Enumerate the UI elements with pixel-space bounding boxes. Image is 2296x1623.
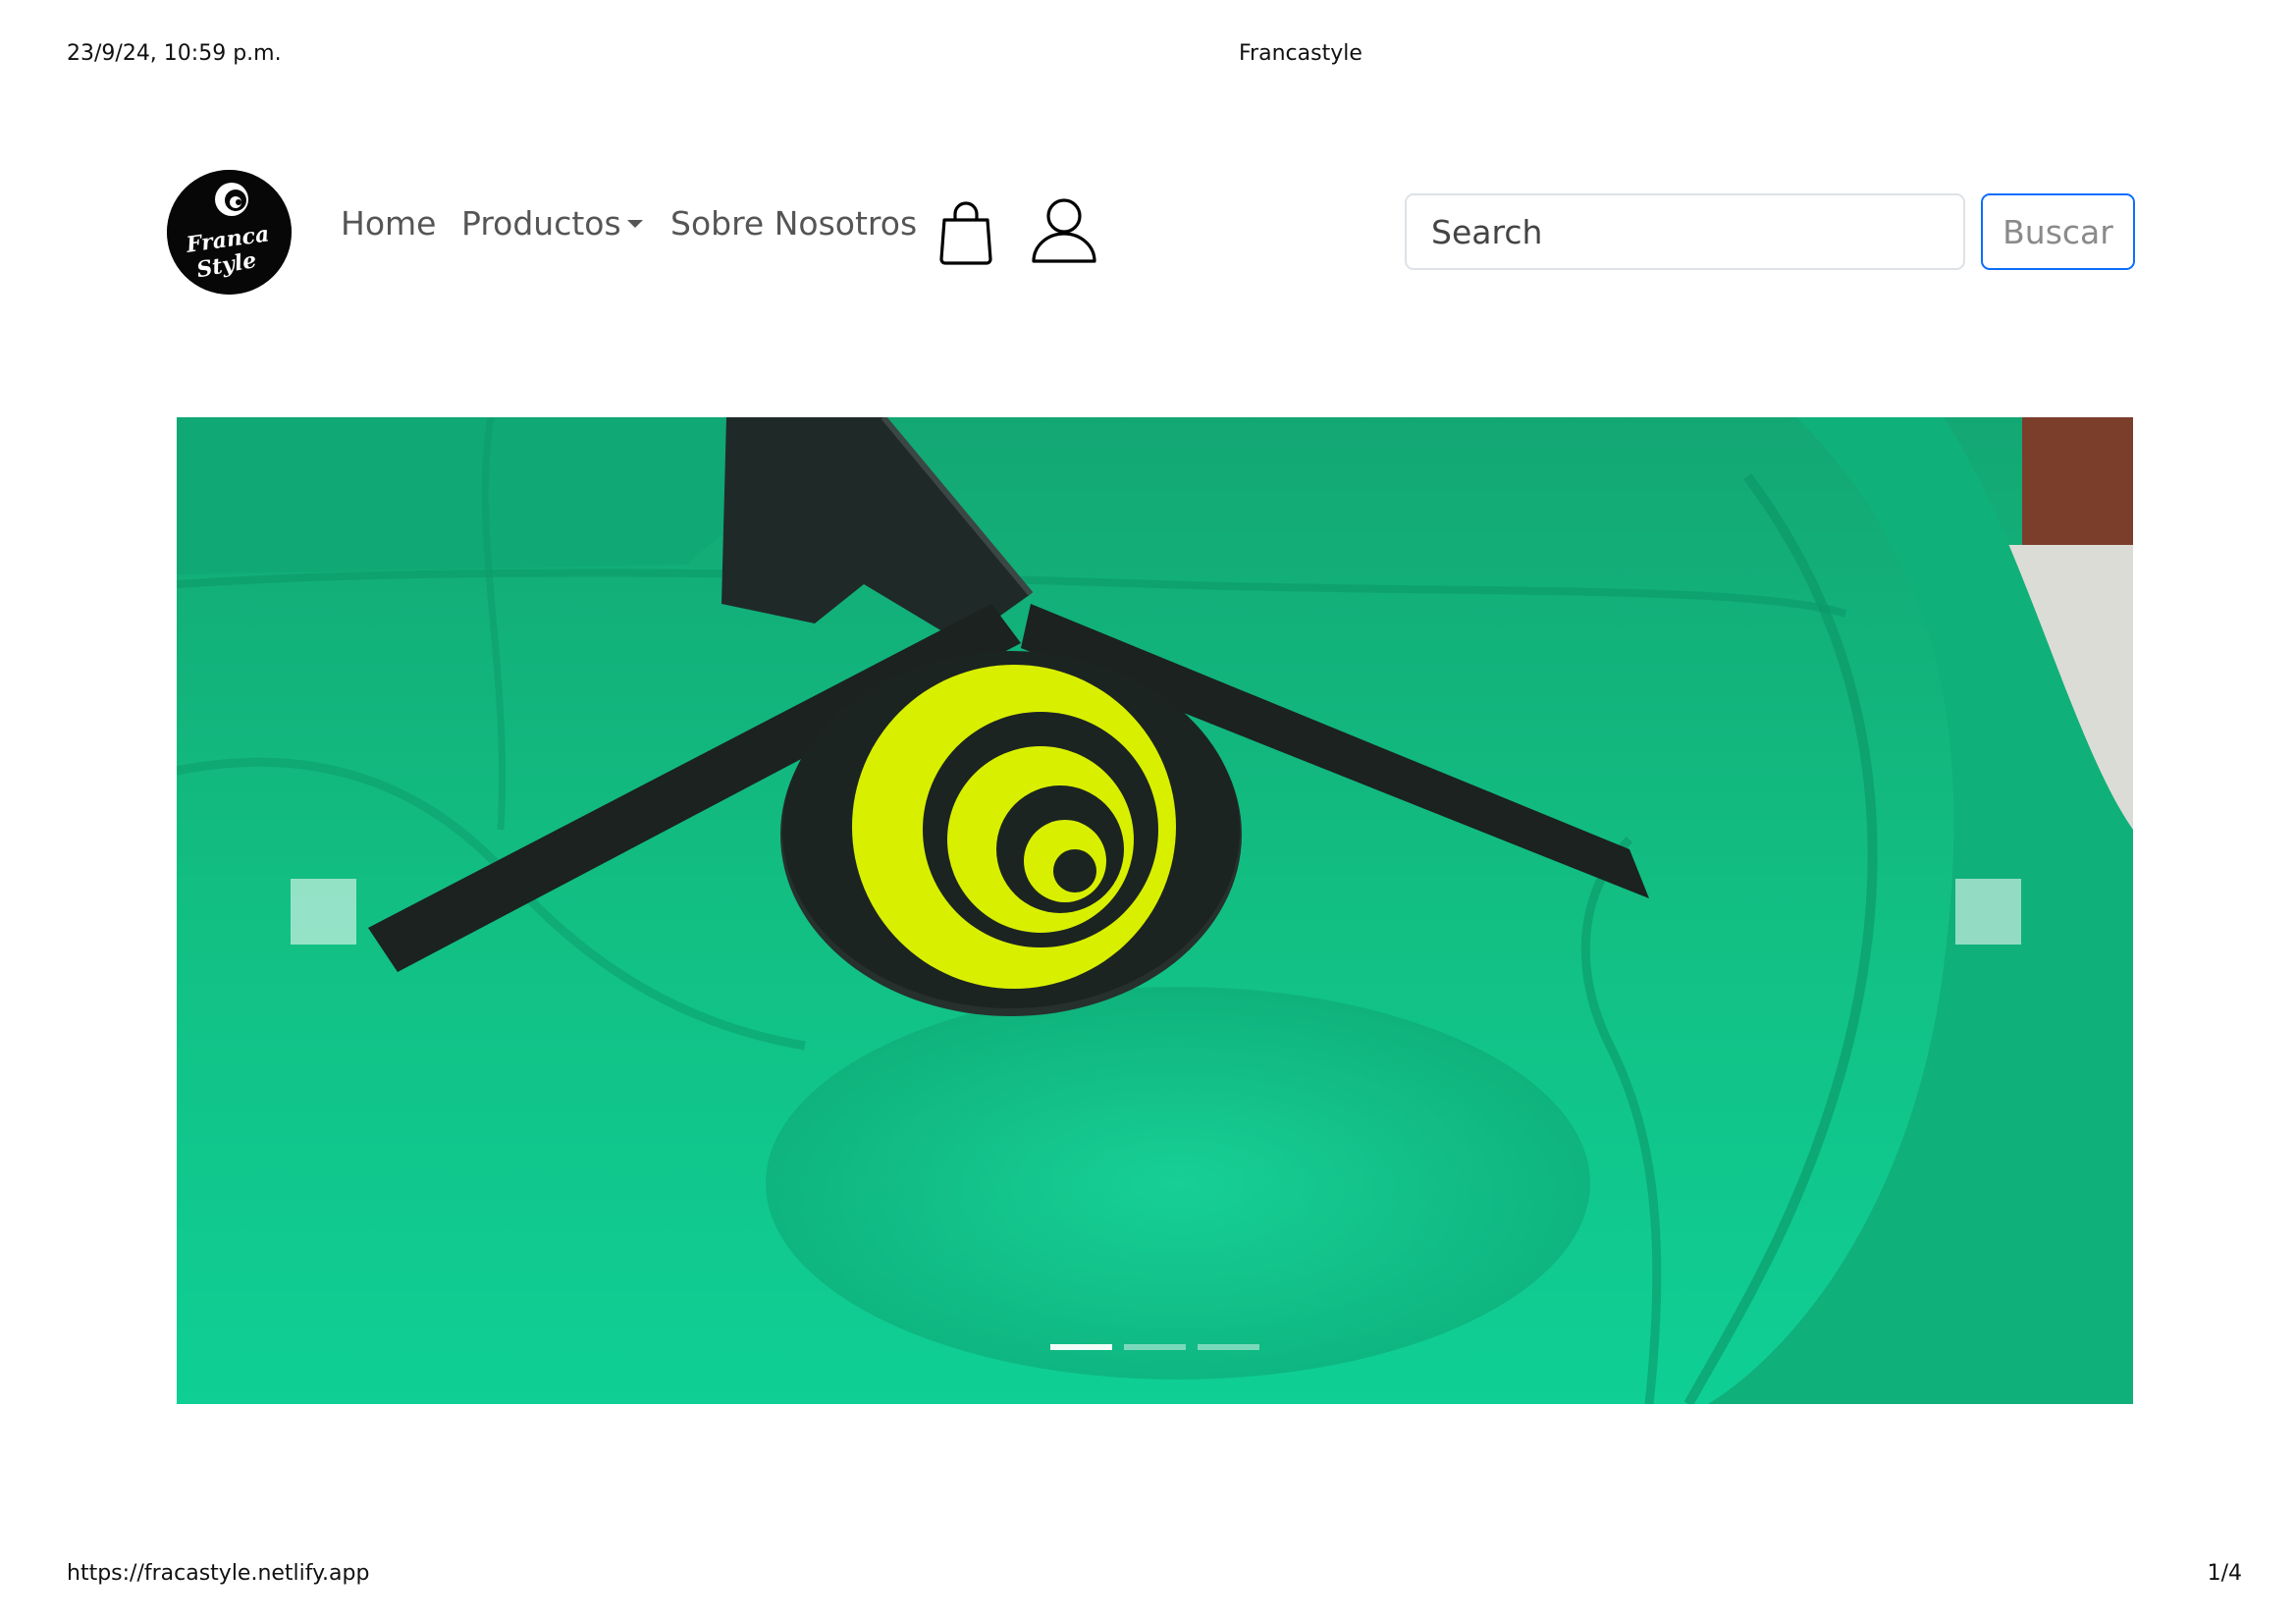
carousel-slide-image: [177, 417, 2133, 1404]
carousel-indicator-3[interactable]: [1198, 1344, 1259, 1350]
carousel-indicator-1[interactable]: [1050, 1344, 1112, 1350]
nav-link-sobre-nosotros[interactable]: Sobre Nosotros: [670, 204, 917, 243]
carousel-prev-button[interactable]: [291, 879, 356, 945]
print-page-number: 1/4: [2207, 1561, 2242, 1586]
print-page-title: Francastyle: [1239, 41, 1362, 66]
print-footer: https://fracastyle.netlify.app 1/4: [0, 1561, 2296, 1591]
shopping-bag-icon[interactable]: [938, 198, 993, 267]
search-input[interactable]: [1405, 193, 1965, 270]
print-datetime: 23/9/24, 10:59 p.m.: [67, 41, 282, 66]
caret-down-icon: [626, 219, 643, 228]
navbar: Franca Style Home Productos Sobre Nosotr…: [167, 167, 2140, 297]
nav-link-productos-label: Productos: [461, 204, 621, 243]
nav-link-productos[interactable]: Productos: [461, 204, 643, 243]
brand-logo-image: Franca Style: [167, 170, 292, 295]
hero-carousel: [177, 417, 2133, 1404]
nav-link-home[interactable]: Home: [341, 204, 436, 243]
print-url: https://fracastyle.netlify.app: [67, 1561, 370, 1586]
carousel-next-button[interactable]: [1955, 879, 2021, 945]
carousel-indicator-2[interactable]: [1124, 1344, 1186, 1350]
user-icon[interactable]: [1031, 196, 1097, 265]
brand-logo[interactable]: Franca Style: [167, 170, 292, 295]
print-header: 23/9/24, 10:59 p.m. Francastyle: [0, 41, 2296, 71]
search-button[interactable]: Buscar: [1981, 193, 2135, 270]
carousel-indicators: [1050, 1344, 1266, 1352]
